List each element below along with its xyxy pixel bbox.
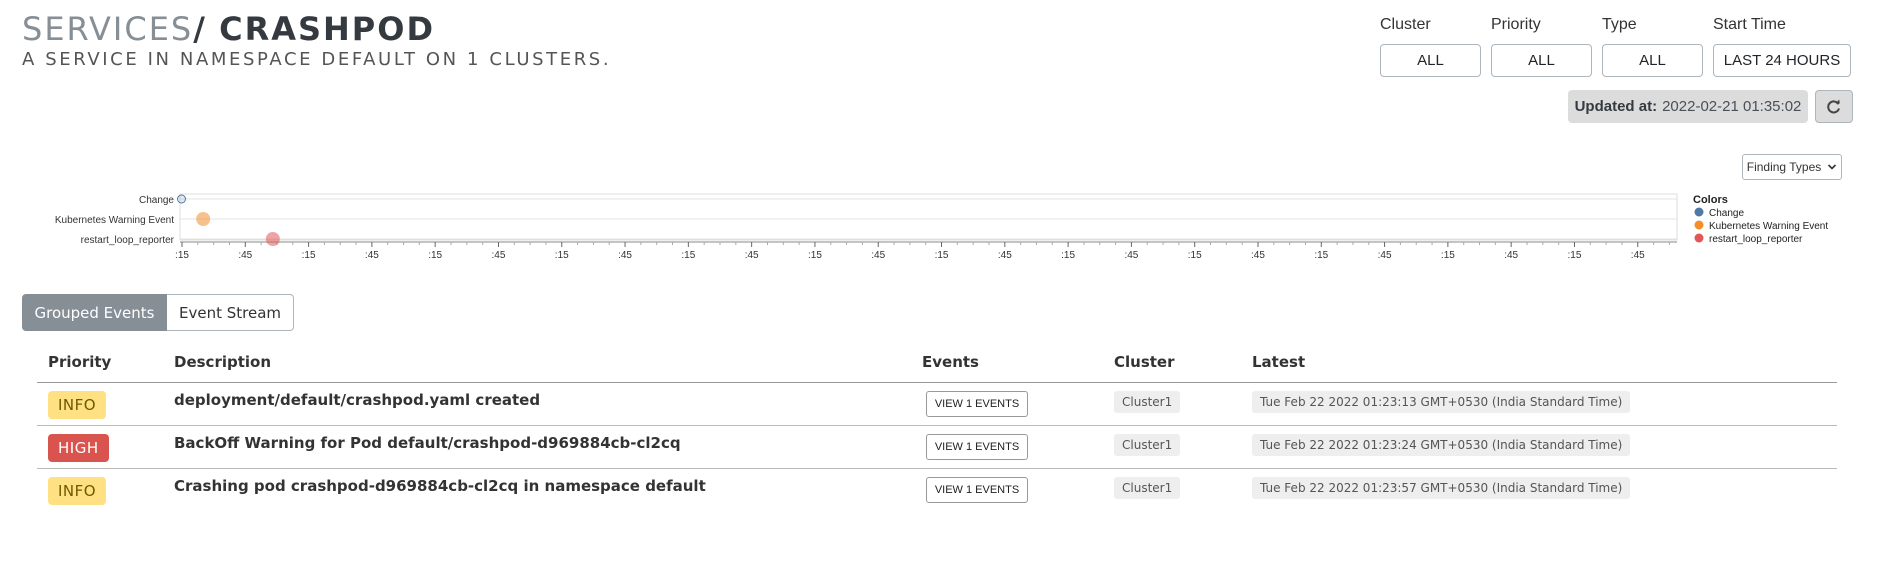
x-tick-label: :15: [175, 250, 189, 261]
x-tick-label: :15: [1188, 250, 1202, 261]
x-tick-label: :45: [1378, 250, 1392, 261]
x-tick-label: :15: [681, 250, 695, 261]
column-header-events: Events: [922, 353, 979, 371]
legend-title: Colors: [1693, 194, 1728, 206]
x-tick-label: :45: [1631, 250, 1645, 261]
start-time-filter: Start Time LAST 24 HOURS: [1713, 16, 1851, 77]
priority-badge: INFO: [48, 477, 107, 505]
x-tick-label: :45: [871, 250, 885, 261]
updated-at-label: Updated at:: [1574, 98, 1658, 115]
x-tick-label: :15: [1314, 250, 1328, 261]
events-table: Priority Description Events Cluster Late…: [37, 350, 1837, 511]
table-row[interactable]: HIGH BackOff Warning for Pod default/cra…: [37, 426, 1837, 469]
priority-filter-label: Priority: [1491, 16, 1541, 33]
latest-timestamp: Tue Feb 22 2022 01:23:57 GMT+0530 (India…: [1252, 477, 1631, 499]
x-tick-label: :15: [302, 250, 316, 261]
legend-entry: restart_loop_reporter: [1709, 234, 1803, 245]
event-timeline-chart: Change Kubernetes Warning Event restart_lo…: [55, 193, 1828, 261]
column-header-priority: Priority: [48, 353, 112, 371]
latest-timestamp: Tue Feb 22 2022 01:23:13 GMT+0530 (India…: [1252, 391, 1631, 413]
tab-event-stream[interactable]: Event Stream: [167, 294, 294, 331]
row-description: Crashing pod crashpod-d969884cb-cl2cq in…: [174, 477, 706, 495]
start-time-filter-label: Start Time: [1713, 16, 1786, 33]
table-row[interactable]: INFO Crashing pod crashpod-d969884cb-cl2…: [37, 469, 1837, 511]
x-tick-label: :45: [1251, 250, 1265, 261]
cluster-chip: Cluster1: [1114, 434, 1181, 456]
x-tick-label: :45: [365, 250, 379, 261]
refresh-button[interactable]: [1815, 90, 1853, 123]
cluster-chip: Cluster1: [1114, 391, 1181, 413]
row-description: deployment/default/crashpod.yaml created: [174, 391, 541, 409]
breadcrumb-services[interactable]: SERVICES: [22, 10, 193, 48]
cluster-chip: Cluster1: [1114, 477, 1181, 499]
y-category-label: restart_loop_reporter: [81, 235, 175, 246]
row-description: BackOff Warning for Pod default/crashpod…: [174, 434, 681, 452]
event-point[interactable]: [265, 232, 280, 246]
legend-swatch: [1694, 220, 1704, 230]
type-filter-label: Type: [1602, 16, 1637, 33]
column-header-description: Description: [174, 353, 272, 371]
view-events-button[interactable]: VIEW 1 EVENTS: [926, 434, 1028, 460]
page-subtitle: A SERVICE IN NAMESPACE DEFAULT ON 1 CLUS…: [22, 49, 612, 70]
x-tick-label: :15: [1441, 250, 1455, 261]
column-header-cluster: Cluster: [1114, 353, 1175, 371]
x-tick-label: :15: [935, 250, 949, 261]
x-tick-label: :45: [238, 250, 252, 261]
finding-types-dropdown[interactable]: Finding Types: [1742, 154, 1842, 180]
x-tick-label: :15: [1568, 250, 1582, 261]
view-events-button[interactable]: VIEW 1 EVENTS: [926, 391, 1028, 417]
start-time-filter-button[interactable]: LAST 24 HOURS: [1713, 44, 1851, 77]
x-tick-label: :15: [1061, 250, 1075, 261]
cluster-filter: Cluster ALL: [1380, 16, 1481, 77]
x-tick-label: :45: [745, 250, 759, 261]
latest-timestamp: Tue Feb 22 2022 01:23:24 GMT+0530 (India…: [1252, 434, 1631, 456]
page-title: SERVICES/ CRASHPOD: [22, 10, 435, 48]
priority-filter-button[interactable]: ALL: [1491, 44, 1592, 77]
x-tick-label: :15: [808, 250, 822, 261]
x-tick-label: :45: [618, 250, 632, 261]
chevron-down-icon: [1828, 164, 1837, 170]
x-tick-label: :15: [428, 250, 442, 261]
priority-badge: INFO: [48, 391, 107, 419]
view-tabs: Grouped Events Event Stream: [22, 294, 294, 331]
table-header: Priority Description Events Cluster Late…: [37, 350, 1837, 383]
type-filter-button[interactable]: ALL: [1602, 44, 1703, 77]
tab-grouped-events[interactable]: Grouped Events: [22, 294, 167, 331]
table-row[interactable]: INFO deployment/default/crashpod.yaml cr…: [37, 383, 1837, 426]
column-header-latest: Latest: [1252, 353, 1306, 371]
x-tick-label: :45: [1504, 250, 1518, 261]
event-point[interactable]: [196, 212, 211, 226]
legend-swatch: [1694, 233, 1704, 243]
type-filter: Type ALL: [1602, 16, 1703, 77]
updated-at-indicator: Updated at: 2022-02-21 01:35:02: [1568, 90, 1808, 123]
breadcrumb-separator: /: [193, 10, 207, 48]
cluster-filter-label: Cluster: [1380, 16, 1431, 33]
finding-types-label: Finding Types: [1746, 160, 1822, 174]
x-tick-label: :45: [998, 250, 1012, 261]
x-tick-label: :45: [1124, 250, 1138, 261]
legend-entry: Change: [1709, 208, 1744, 219]
legend-swatch: [1694, 207, 1704, 217]
y-category-label: Change: [139, 195, 174, 206]
priority-filter: Priority ALL: [1491, 16, 1592, 77]
event-point[interactable]: [176, 194, 186, 204]
cluster-filter-button[interactable]: ALL: [1380, 44, 1481, 77]
refresh-icon: [1827, 99, 1840, 113]
x-tick-label: :45: [492, 250, 506, 261]
y-category-label: Kubernetes Warning Event: [55, 215, 174, 226]
service-name: CRASHPOD: [219, 10, 436, 48]
legend-entry: Kubernetes Warning Event: [1709, 221, 1828, 232]
priority-badge: HIGH: [48, 434, 109, 462]
plot-area: [179, 193, 1678, 241]
updated-at-value: 2022-02-21 01:35:02: [1662, 98, 1802, 115]
x-tick-label: :15: [555, 250, 569, 261]
view-events-button[interactable]: VIEW 1 EVENTS: [926, 477, 1028, 503]
